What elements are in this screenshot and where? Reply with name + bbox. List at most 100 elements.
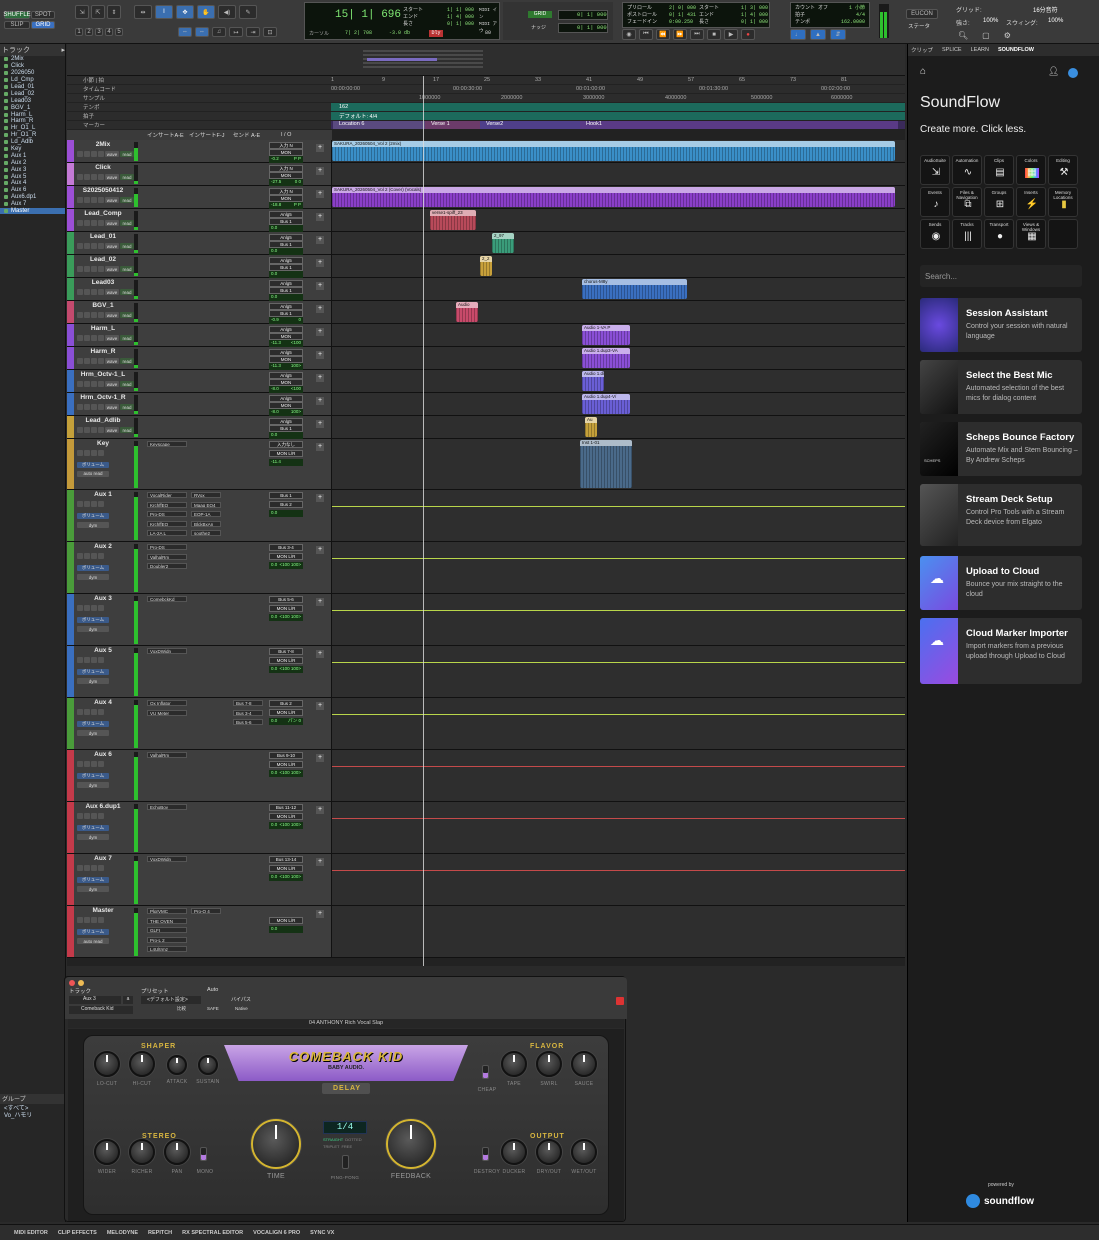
output-selector[interactable]: MON <box>269 195 303 202</box>
swirl-knob[interactable] <box>536 1051 562 1077</box>
mute-button[interactable] <box>98 404 104 410</box>
track-color-bar[interactable] <box>67 854 74 905</box>
ping-pong-switch[interactable] <box>342 1155 349 1169</box>
track-add-icon[interactable]: + <box>316 259 324 267</box>
volume-display[interactable]: 0.0 <box>269 432 303 439</box>
tab-melodyne[interactable]: MELODYNE <box>107 1230 138 1236</box>
mute-button[interactable] <box>98 220 104 226</box>
input-monitor-button[interactable] <box>84 335 90 341</box>
plugin-preset-select[interactable]: <デフォルト設定> <box>141 996 201 1004</box>
record-button[interactable] <box>77 813 83 819</box>
mute-button[interactable] <box>98 553 104 559</box>
volume-display[interactable]: 0.0 <100 100> <box>269 666 303 673</box>
track-visible-icon[interactable] <box>4 140 8 145</box>
zoom-preset-5[interactable]: 5 <box>115 28 123 36</box>
soundflow-tile[interactable]: Groups ⊞ <box>984 187 1014 217</box>
input-monitor-button[interactable] <box>84 289 90 295</box>
shuffle-mode-button[interactable]: SHUFFLE <box>3 11 31 19</box>
track-color-bar[interactable] <box>67 255 74 277</box>
track-name[interactable]: Aux 6.dup1 <box>77 803 129 811</box>
input-monitor-button[interactable] <box>84 243 90 249</box>
record-button[interactable] <box>77 220 83 226</box>
track-visible-icon[interactable] <box>4 78 8 83</box>
input-monitor-button[interactable] <box>84 427 90 433</box>
automation-line[interactable] <box>332 817 905 819</box>
track-lane[interactable]: chorus-M8y <box>332 278 905 300</box>
input-monitor-button[interactable] <box>84 197 90 203</box>
input-monitor-button[interactable] <box>84 917 90 923</box>
track-visible-icon[interactable] <box>4 112 8 117</box>
volume-display[interactable]: 0.0 <100 100> <box>269 614 303 621</box>
audio-clip[interactable]: chorus-M8y <box>582 279 687 299</box>
solo-button[interactable] <box>91 450 97 456</box>
track-visible-icon[interactable] <box>4 85 8 89</box>
automation-line[interactable] <box>332 713 905 715</box>
dyn-label[interactable]: dym <box>77 782 109 789</box>
pan-value[interactable]: <100 <box>291 340 301 347</box>
soundflow-tile[interactable]: Sends ◉ <box>920 219 950 249</box>
track-list-item[interactable]: Master <box>0 207 65 215</box>
track-lane[interactable]: Audio <box>332 301 905 323</box>
soundflow-tile[interactable]: Memory Locations ▮ <box>1048 187 1078 217</box>
track-name[interactable]: Harm_L <box>77 325 129 333</box>
track-color-bar[interactable] <box>67 301 74 323</box>
track-lane[interactable]: SAKURA_20260504_Vol 2 (2mix) <box>332 140 905 162</box>
track-color-bar[interactable] <box>67 594 74 645</box>
volume-display[interactable]: -27.5 0 0 <box>269 179 303 186</box>
fast-forward-icon[interactable]: ⏩ <box>673 29 687 40</box>
output-selector[interactable]: Bus 1 <box>269 425 303 432</box>
view-selector[interactable]: wave <box>105 151 119 157</box>
insert-slot[interactable]: THE OVEN <box>147 917 187 924</box>
soundflow-card-session-assistant[interactable]: Session Assistant Control your session wi… <box>920 298 1082 352</box>
output-selector[interactable]: Bus 1 <box>269 241 303 248</box>
soundflow-tile[interactable]: Colors ▦ <box>1016 155 1046 185</box>
automation-line[interactable] <box>332 661 905 663</box>
track-visible-icon[interactable] <box>4 133 8 138</box>
track-list-item[interactable]: Hr_O1_L <box>0 125 65 132</box>
record-button[interactable] <box>77 335 83 341</box>
conductor-icon[interactable]: ♩ <box>790 29 806 40</box>
solo-button[interactable] <box>91 220 97 226</box>
pan-value[interactable]: 0 0 <box>295 179 301 186</box>
tab-clips[interactable]: クリップ <box>911 46 933 54</box>
track-color-bar[interactable] <box>67 393 74 415</box>
tab-vocalign[interactable]: VOCALIGN 6 PRO <box>253 1230 300 1236</box>
track-add-icon[interactable]: + <box>316 351 324 359</box>
track-add-icon[interactable]: + <box>316 213 324 221</box>
track-visible-icon[interactable] <box>4 195 8 200</box>
preferences-icon[interactable]: ⚙ <box>1004 31 1011 40</box>
soundflow-status-icon[interactable] <box>1068 68 1078 78</box>
mute-button[interactable] <box>98 865 104 871</box>
mute-button[interactable] <box>98 358 104 364</box>
track-add-icon[interactable]: + <box>316 374 324 382</box>
track-color-bar[interactable] <box>67 209 74 231</box>
track-add-icon[interactable]: + <box>316 443 324 451</box>
automation-mode[interactable]: read <box>120 266 134 272</box>
track-visible-icon[interactable] <box>4 181 8 186</box>
mute-button[interactable] <box>98 312 104 318</box>
volume-view-selector[interactable]: ボリューム <box>77 721 109 728</box>
view-selector[interactable]: wave <box>105 404 119 410</box>
solo-button[interactable] <box>91 266 97 272</box>
input-selector[interactable]: Bus 1 <box>269 492 303 499</box>
record-button[interactable] <box>77 709 83 715</box>
track-list-item[interactable]: Lead_02 <box>0 90 65 97</box>
input-selector[interactable]: Anlg5 <box>269 326 303 333</box>
soundflow-tile[interactable]: Events ♪ <box>920 187 950 217</box>
track-list-item[interactable]: Aux 7 <box>0 201 65 208</box>
sustain-knob[interactable] <box>198 1055 218 1075</box>
volume-value[interactable]: -11.3 <box>271 363 281 370</box>
automation-mode[interactable]: read <box>120 197 134 203</box>
record-button[interactable] <box>77 289 83 295</box>
insert-slot[interactable]: LA-2A L <box>147 530 187 537</box>
output-selector[interactable]: MON L/R <box>269 761 303 768</box>
record-button[interactable] <box>77 312 83 318</box>
selector-tool-icon[interactable]: I <box>155 5 173 19</box>
zoom-out-icon[interactable]: ⇲ <box>75 5 89 19</box>
output-selector[interactable]: MON <box>269 356 303 363</box>
volume-value[interactable]: 0.0 <box>271 432 277 439</box>
track-list-item[interactable]: 2Mix <box>0 56 65 63</box>
pencil-tool-icon[interactable]: ✎ <box>239 5 257 19</box>
pan-value[interactable]: <100 100> <box>279 770 301 777</box>
input-selector[interactable]: Anlg5 <box>269 372 303 379</box>
